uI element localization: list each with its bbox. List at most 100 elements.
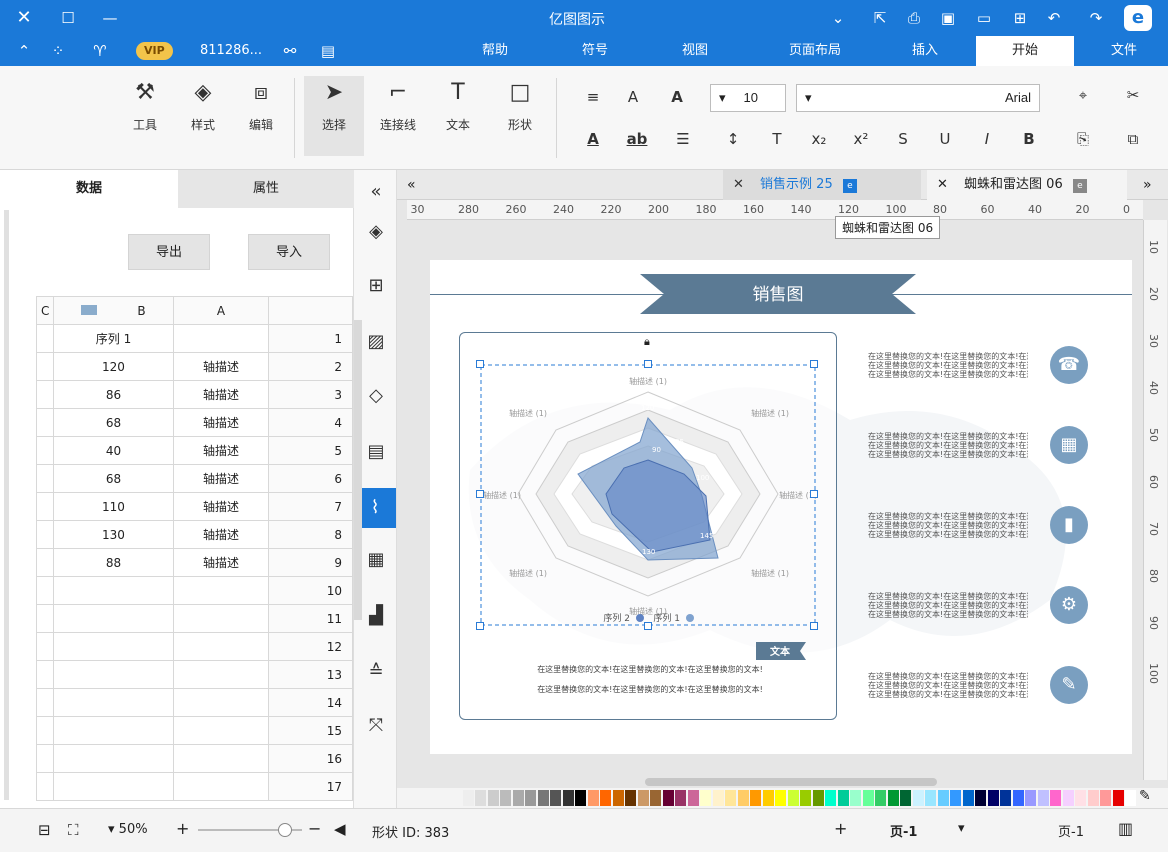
cell-a[interactable] <box>172 632 270 661</box>
color-swatch[interactable] <box>562 790 574 806</box>
page-panel-icon[interactable]: ▥ <box>1118 819 1133 838</box>
cell-a[interactable]: 轴描述 <box>172 408 270 437</box>
scrollbar[interactable] <box>354 320 362 620</box>
minimize-icon[interactable]: — <box>100 8 120 28</box>
bold-icon[interactable]: B <box>1018 128 1040 150</box>
color-swatch[interactable] <box>875 790 886 806</box>
color-swatch[interactable] <box>1087 790 1099 806</box>
color-swatch[interactable] <box>537 790 549 806</box>
col-header-a[interactable]: A <box>172 296 270 325</box>
cell-c[interactable] <box>35 520 55 549</box>
pencil-icon[interactable]: ✎ <box>1050 666 1088 704</box>
undo-icon[interactable]: ↶ <box>1044 8 1064 28</box>
color-swatch[interactable] <box>750 790 761 806</box>
fit-page-icon[interactable]: ⊟ <box>38 821 51 839</box>
list-icon[interactable]: ☰ <box>672 128 694 150</box>
color-swatch[interactable] <box>575 790 586 806</box>
font-grow-icon[interactable]: A <box>666 86 688 108</box>
chevron-left-icon[interactable]: « <box>397 170 427 200</box>
color-swatch[interactable] <box>937 790 949 806</box>
color-swatch[interactable] <box>737 790 749 806</box>
color-swatch[interactable] <box>587 790 599 806</box>
tab-doc-1[interactable]: ✕ 蜘蛛和雷达图 06 e <box>927 170 1127 200</box>
color-swatch[interactable] <box>1012 790 1024 806</box>
open-folder-icon[interactable]: ▭ <box>974 8 994 28</box>
menu-start[interactable]: 开始 <box>976 36 1074 66</box>
color-swatch[interactable] <box>625 790 636 806</box>
cell-a[interactable]: 轴描述 <box>172 548 270 577</box>
cell-c[interactable] <box>35 408 55 437</box>
zoom-in-icon[interactable]: + <box>176 819 189 838</box>
cell-c[interactable] <box>35 324 55 353</box>
cell-b[interactable]: 40 <box>53 436 174 465</box>
selection-handle[interactable] <box>476 622 484 630</box>
color-swatch[interactable] <box>650 790 661 806</box>
apps-icon[interactable]: ⁘ <box>48 41 68 61</box>
cell-a[interactable]: 轴描述 <box>172 436 270 465</box>
cell-c[interactable] <box>35 436 55 465</box>
cell-a[interactable]: 轴描述 <box>172 464 270 493</box>
cut-icon[interactable]: ✂ <box>1122 84 1144 106</box>
line-spacing-icon[interactable]: ↕ <box>722 128 744 150</box>
cell-c[interactable] <box>35 352 55 381</box>
menu-insert[interactable]: 插入 <box>880 36 970 66</box>
color-swatch[interactable] <box>687 790 699 806</box>
color-swatch[interactable] <box>787 790 799 806</box>
connector-button[interactable]: ⌐ 连接线 <box>368 80 428 133</box>
cell-b[interactable]: 120 <box>53 352 174 381</box>
image-icon[interactable]: ▨ <box>362 328 390 356</box>
cell-a[interactable]: 轴描述 <box>172 380 270 409</box>
redo-icon[interactable]: ↷ <box>1086 8 1106 28</box>
cell-b[interactable]: 86 <box>53 380 174 409</box>
color-swatch[interactable] <box>612 790 624 806</box>
underline-icon[interactable]: U <box>934 128 956 150</box>
color-swatch[interactable] <box>1112 790 1124 806</box>
table-icon[interactable]: ▦ <box>362 546 390 574</box>
cell-a[interactable] <box>172 576 270 605</box>
color-swatch[interactable] <box>812 790 824 806</box>
cell-c[interactable] <box>35 772 55 801</box>
bar-chart-icon[interactable]: ▮ <box>1050 506 1088 544</box>
export-button[interactable]: 导出 <box>128 234 210 270</box>
highlight-icon[interactable]: ab <box>626 128 648 150</box>
color-swatch[interactable] <box>637 790 649 806</box>
color-swatch[interactable] <box>900 790 911 806</box>
cell-b[interactable]: 110 <box>53 492 174 521</box>
cell-c[interactable] <box>35 492 55 521</box>
style-button[interactable]: ◈ 样式 <box>180 80 226 133</box>
select-button[interactable]: ➤ 选择 <box>304 76 364 156</box>
menu-layout[interactable]: 页面布局 <box>770 36 860 66</box>
selection-handle[interactable] <box>810 622 818 630</box>
copy-icon[interactable]: ⧉ <box>1122 128 1144 150</box>
add-page-icon[interactable]: + <box>834 819 847 838</box>
text-button[interactable]: T 文本 <box>432 80 484 133</box>
chevron-up-icon[interactable]: ⌃ <box>14 41 34 61</box>
zoom-out-icon[interactable]: − <box>308 819 321 838</box>
color-swatch[interactable] <box>1100 790 1111 806</box>
cell-c[interactable] <box>35 688 55 717</box>
maximize-icon[interactable]: ☐ <box>58 8 78 28</box>
selection-handle[interactable] <box>644 360 652 368</box>
close-icon[interactable]: ✕ <box>937 177 948 192</box>
color-swatch[interactable] <box>475 790 486 806</box>
color-swatch[interactable] <box>825 790 836 806</box>
selection-handle[interactable] <box>810 360 818 368</box>
scrollbar[interactable] <box>4 210 9 800</box>
collapse-panel-icon[interactable]: « <box>362 178 390 206</box>
cell-a[interactable] <box>172 744 270 773</box>
format-icon[interactable]: ≙ <box>362 658 390 686</box>
color-swatch[interactable] <box>962 790 974 806</box>
color-swatch[interactable] <box>912 790 924 806</box>
italic-icon[interactable]: I <box>976 128 998 150</box>
color-swatch[interactable] <box>675 790 686 806</box>
fill-icon[interactable]: ◈ <box>362 218 390 246</box>
shape-button[interactable]: □ 形状 <box>494 80 546 133</box>
cell-b[interactable] <box>53 632 174 661</box>
menu-symbol[interactable]: 符号 <box>560 36 630 66</box>
subscript-icon[interactable]: x₂ <box>808 128 830 150</box>
cell-a[interactable]: 轴描述 <box>172 352 270 381</box>
cell-a[interactable] <box>172 688 270 717</box>
align-icon[interactable]: ≡ <box>582 86 604 108</box>
chevron-right-icon[interactable]: » <box>1133 170 1163 200</box>
superscript-icon[interactable]: x² <box>850 128 872 150</box>
